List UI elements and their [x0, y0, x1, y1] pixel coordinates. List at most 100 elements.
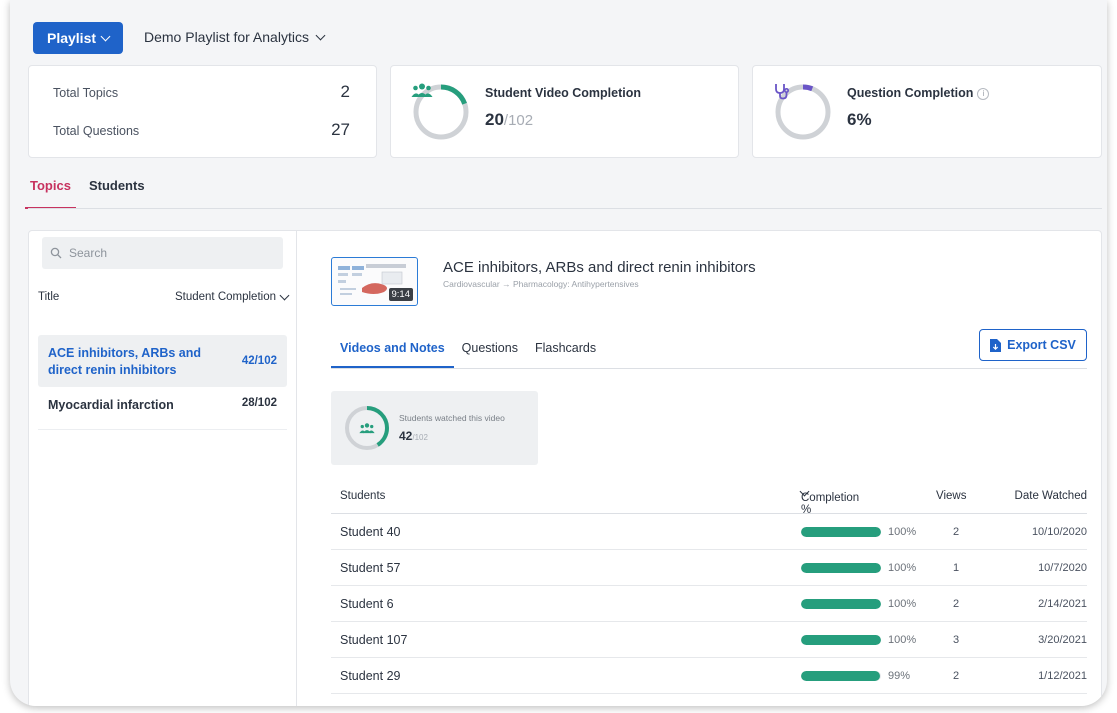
- views-column-header: Views: [936, 490, 967, 502]
- completion-bar-fill: [801, 635, 881, 645]
- view-count: 3: [952, 634, 960, 646]
- sub-tabs: Videos and Notes Questions Flashcards: [331, 341, 596, 368]
- video-duration: 9:14: [388, 288, 413, 301]
- student-completion-header: Student Completion: [174, 291, 276, 303]
- date-watched: 2/14/2021: [1038, 598, 1087, 610]
- users-icon: [411, 82, 471, 142]
- main-tabs: Topics Students: [25, 178, 147, 209]
- video-completion-card: Student Video Completion 20/102: [390, 65, 739, 158]
- tab-videos-and-notes[interactable]: Videos and Notes: [331, 341, 454, 368]
- completion-percent: 100%: [888, 598, 917, 610]
- topics-list-panel: Title Student Completion ACE inhibitors,…: [29, 231, 297, 706]
- video-thumbnail[interactable]: 9:14: [331, 257, 418, 306]
- total-topics-value: 2: [340, 82, 350, 101]
- completion-bar: [801, 527, 881, 537]
- table-row[interactable]: Student 6 100% 2 2/14/2021: [331, 586, 1087, 622]
- date-watched: 1/12/2021: [1038, 670, 1087, 682]
- watched-label: Students watched this video: [399, 413, 505, 423]
- total-questions-label: Total Questions: [53, 124, 140, 138]
- playlist-button-label: Playlist: [46, 30, 97, 46]
- chevron-down-icon: [315, 30, 326, 40]
- completion-percent: 100%: [888, 526, 917, 538]
- file-download-icon: [990, 338, 1002, 352]
- tab-flashcards[interactable]: Flashcards: [535, 341, 596, 367]
- table-row[interactable]: Student 107 100% 3 3/20/2021: [331, 622, 1087, 658]
- completion-percent: 99%: [888, 670, 911, 682]
- student-name: Student 57: [340, 561, 401, 575]
- video-completion-count: 20: [485, 110, 504, 129]
- view-count: 1: [952, 562, 960, 574]
- playlist-button[interactable]: Playlist: [33, 22, 123, 54]
- view-count: 2: [952, 598, 960, 610]
- completion-percent: 100%: [888, 562, 917, 574]
- breadcrumb-item[interactable]: Cardiovascular: [443, 279, 500, 289]
- video-completion-total: /102: [503, 112, 534, 129]
- topics-list-header: Title Student Completion: [38, 290, 290, 303]
- export-csv-button[interactable]: Export CSV: [979, 329, 1087, 361]
- completion-column-header: Completion %: [801, 492, 860, 516]
- topic-title: Myocardial infarction: [48, 398, 174, 412]
- table-row[interactable]: Student 29 99% 2 1/12/2021: [331, 658, 1087, 694]
- question-completion-card: Question Completion i 6%: [752, 65, 1102, 158]
- student-name: Student 29: [340, 669, 401, 683]
- question-completion-title: Question Completion i: [847, 86, 990, 100]
- completion-bar-fill: [801, 599, 881, 609]
- video-completion-title: Student Video Completion: [485, 86, 642, 100]
- student-name: Student 107: [340, 633, 408, 647]
- app-window: Playlist Demo Playlist for Analytics Tot…: [10, 0, 1107, 706]
- topic-title: ACE inhibitors, ARBs and direct renin in…: [48, 346, 202, 377]
- date-watched: 10/10/2020: [1031, 526, 1087, 538]
- table-row[interactable]: Student 40 100% 2 10/10/2020: [331, 514, 1087, 550]
- watched-value: 42/102: [399, 429, 428, 443]
- video-title: ACE inhibitors, ARBs and direct renin in…: [443, 259, 756, 276]
- arrow-right-icon: →: [502, 279, 511, 289]
- completion-bar: [801, 563, 881, 573]
- users-icon: [343, 404, 391, 452]
- students-table-header: Students Completion % Views Date Watched: [331, 486, 1087, 516]
- totals-card: Total Topics 2 Total Questions 27: [28, 65, 377, 158]
- date-watched: 3/20/2021: [1038, 634, 1087, 646]
- title-column-header: Title: [38, 291, 60, 303]
- total-questions-value: 27: [331, 120, 350, 139]
- view-count: 2: [952, 670, 960, 682]
- chevron-down-icon: [100, 31, 111, 41]
- student-name: Student 40: [340, 525, 401, 539]
- completion-bar-fill: [801, 563, 881, 573]
- watched-count: 42: [399, 429, 413, 443]
- playlist-name: Demo Playlist for Analytics: [144, 29, 309, 45]
- chevron-down-icon: [279, 290, 290, 300]
- breadcrumb-item[interactable]: Pharmacology: Antihypertensives: [513, 279, 639, 289]
- question-completion-ring: [773, 82, 833, 142]
- student-name: Student 6: [340, 597, 394, 611]
- tab-questions[interactable]: Questions: [462, 341, 518, 367]
- sub-tabs-divider: [331, 368, 1087, 369]
- question-completion-title-text: Question Completion: [847, 86, 974, 100]
- playlist-selector[interactable]: Demo Playlist for Analytics: [144, 29, 326, 45]
- topic-item[interactable]: Myocardial infarction 28/102: [38, 397, 287, 429]
- completion-bar-fill: [801, 527, 881, 537]
- video-completion-ring: [411, 82, 471, 142]
- table-row[interactable]: Student 57 100% 1 10/7/2020: [331, 550, 1087, 586]
- watched-summary-card: Students watched this video 42/102: [331, 391, 538, 465]
- search-icon: [50, 247, 62, 259]
- divider: [38, 429, 287, 430]
- search-input[interactable]: [69, 246, 269, 260]
- tab-students[interactable]: Students: [87, 178, 147, 208]
- view-count: 2: [952, 526, 960, 538]
- tab-topics[interactable]: Topics: [25, 178, 76, 209]
- date-column-header: Date Watched: [1014, 490, 1087, 502]
- completion-bar-fill: [801, 671, 881, 681]
- completion-bar: [801, 599, 881, 609]
- completion-bar: [801, 671, 881, 681]
- student-completion-sort[interactable]: Student Completion: [174, 290, 290, 303]
- stethoscope-icon: [773, 82, 833, 142]
- content-panel: Title Student Completion ACE inhibitors,…: [28, 230, 1102, 706]
- search-box[interactable]: [42, 237, 283, 269]
- topic-count: 28/102: [241, 397, 277, 409]
- tabs-divider: [28, 208, 1102, 209]
- info-icon[interactable]: i: [977, 87, 990, 100]
- watched-ring: [343, 404, 391, 452]
- topic-count: 42/102: [241, 355, 277, 367]
- topic-item[interactable]: ACE inhibitors, ARBs and direct renin in…: [38, 335, 287, 387]
- video-completion-value: 20/102: [485, 110, 533, 130]
